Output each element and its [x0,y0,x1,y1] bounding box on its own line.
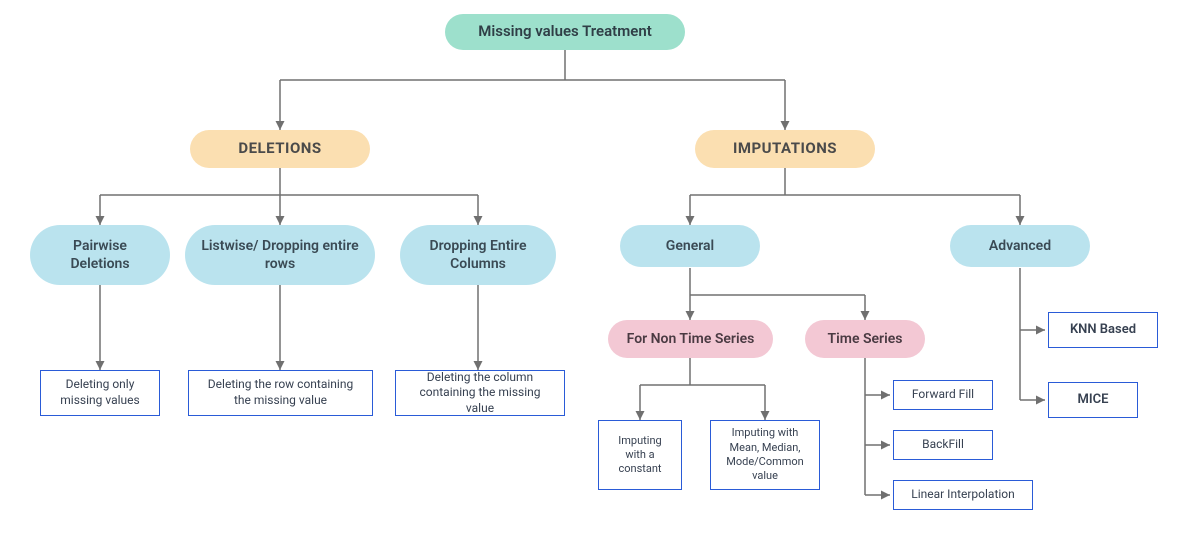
pairwise-deletions-node: Pairwise Deletions [30,225,170,285]
root-node: Missing values Treatment [445,14,685,50]
non-time-series-node: For Non Time Series [608,320,773,358]
knn-based-box: KNN Based [1048,312,1158,348]
imputations-node: IMPUTATIONS [695,130,875,168]
dropping-columns-node: Dropping Entire Columns [400,225,556,285]
linear-interp-box: Linear Interpolation [893,480,1033,510]
general-node: General [620,225,760,267]
impute-constant-box: Imputing with a constant [598,420,682,490]
time-series-node: Time Series [805,320,925,358]
back-fill-box: BackFill [893,430,993,460]
advanced-node: Advanced [950,225,1090,267]
forward-fill-box: Forward Fill [893,380,993,410]
deletions-node: DELETIONS [190,130,370,168]
listwise-desc-box: Deleting the row containing the missing … [188,370,373,416]
listwise-deletions-node: Listwise/ Dropping entire rows [185,225,375,285]
columns-desc-box: Deleting the column containing the missi… [395,370,565,416]
impute-stats-box: Imputing with Mean, Median, Mode/Common … [710,420,820,490]
mice-box: MICE [1048,382,1138,418]
pairwise-desc-box: Deleting only missing values [40,370,160,416]
